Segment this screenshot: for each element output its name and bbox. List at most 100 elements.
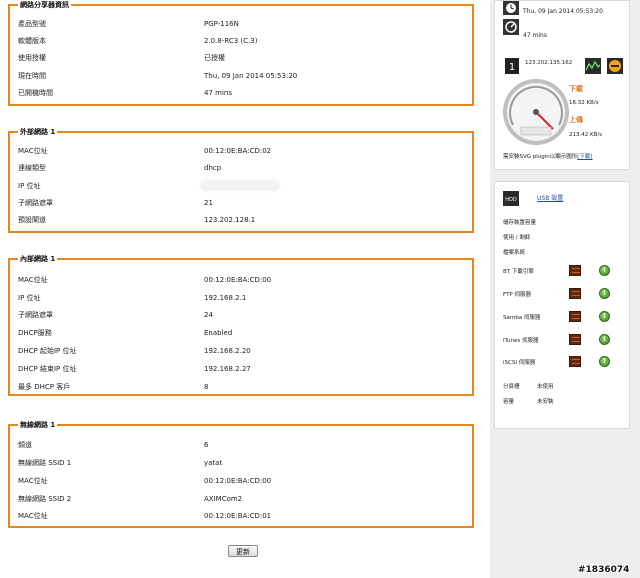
row-label: 產品型號 [18, 20, 46, 28]
svg-plugin-note: 需安裝SVG plugin以顯示圖形[下載] [503, 152, 593, 160]
row-value: AXIMCom2 [204, 495, 243, 503]
traffic-graph-icon[interactable] [585, 58, 601, 74]
info-row: MAC位址 00:12:0E:BA:CD:01 [18, 510, 458, 522]
disconnect-icon[interactable] [607, 58, 623, 74]
row-value: 47 mins [204, 89, 232, 97]
info-row: 無線網路 SSID 1 yatat [18, 457, 458, 469]
capacity-label: 容量 [503, 399, 515, 405]
partition-label: 分頁槽 [503, 384, 520, 390]
info-row: 產品型號 PGP-116N [18, 18, 458, 30]
row-label: 現在時間 [18, 72, 46, 80]
upload-rate: 213.42 KB/s [569, 132, 603, 138]
itunes-settings-button[interactable] [569, 334, 581, 345]
samba-power-icon[interactable]: ! [599, 311, 610, 322]
row-label: 最多 DHCP 客戶 [18, 383, 71, 391]
row-label: MAC位址 [18, 512, 48, 520]
row-label: 軟體版本 [18, 37, 46, 45]
upload-label: 上傳 [569, 116, 583, 124]
row-value: 123.202.128.1 [204, 216, 256, 224]
row-label: 已開機時間 [18, 89, 53, 97]
info-row: MAC位址 00:12:0E:BA:CD:00 [18, 274, 458, 286]
svg-note-text: 需安裝SVG plugin以顯示圖形 [503, 154, 578, 160]
download-label: 下載 [569, 85, 583, 93]
svg-text:1: 1 [509, 62, 515, 73]
row-label: MAC位址 [18, 276, 48, 284]
info-row: DHCP 起始IP 位址 192.168.2.20 [18, 345, 458, 357]
lan-section: 內部網路 1 MAC位址 00:12:0E:BA:CD:00 IP 位址 192.1… [8, 254, 474, 396]
iscsi-power-icon[interactable]: ! [599, 356, 610, 367]
row-label: 無線網路 SSID 1 [18, 459, 72, 467]
info-row: DHCP服務 Enabled [18, 327, 458, 339]
info-row: 已開機時間 47 mins [18, 87, 458, 99]
service-label-iscsi: iSCSI 伺服器 [503, 360, 536, 366]
row-label: 頻道 [18, 441, 32, 449]
status-panel: Thu, 09 Jan 2014 05:53:20 47 mins 1 123.… [494, 0, 630, 170]
bt-settings-button[interactable] [569, 265, 581, 276]
ftp-settings-button[interactable] [569, 288, 581, 299]
itunes-power-icon[interactable]: ! [599, 334, 610, 345]
info-row: IP 位址 192.168.2.1 [18, 292, 458, 304]
main-panel: 網路分享器資訊 產品型號 PGP-116N 軟體版本 2.0.8-RC3 (C.3)… [0, 0, 491, 578]
row-value: 8 [204, 383, 209, 391]
samba-settings-button[interactable] [569, 311, 581, 322]
info-row: 軟體版本 2.0.8-RC3 (C.3) [18, 35, 458, 47]
row-label: IP 位址 [18, 294, 41, 302]
wan-section: 外部網路 1 MAC位址 00:12:0E:BA:CD:02 連線類型 dhcp I… [8, 127, 474, 233]
row-value: 00:12:0E:BA:CD:00 [204, 276, 272, 284]
wan-port-icon: 1 [505, 58, 519, 74]
sidebar-ip: 123.202.135.162 [525, 60, 573, 66]
row-value: 24 [204, 311, 213, 319]
row-label: 連線類型 [18, 164, 46, 172]
row-value: 已授權 [204, 54, 225, 62]
section-title: 網路分享器資訊 [18, 0, 71, 10]
ftp-power-icon[interactable]: ! [599, 288, 610, 299]
wireless-section: 無線網路 1 頻道 6 無線網路 SSID 1 yatat MAC位址 00:12:0… [8, 420, 474, 528]
usb-info-item: 儲存裝置容量 [503, 220, 537, 226]
usb-settings-link[interactable]: USB 設置 [537, 193, 563, 202]
row-value: 192.168.2.27 [204, 365, 251, 373]
sidebar-uptime: 47 mins [523, 32, 547, 39]
row-value: Enabled [204, 329, 233, 337]
row-label: 使用授權 [18, 54, 46, 62]
info-row: 子網路遮罩 24 [18, 309, 458, 321]
info-row: 無線網路 SSID 2 AXIMCom2 [18, 493, 458, 505]
row-value: 00:12:0E:BA:CD:00 [204, 477, 272, 485]
hdd-icon: HDD [503, 191, 519, 206]
usb-panel: HDD USB 設置 儲存裝置容量 使用 / 剩餘 檔案系統 BT 下載引擎 !… [494, 181, 630, 429]
info-row: 頻道 6 [18, 439, 458, 451]
section-title: 內部網路 1 [18, 254, 58, 264]
info-row: 預設閘道 123.202.128.1 [18, 214, 458, 226]
refresh-button[interactable]: 更新 [228, 545, 258, 557]
row-label: 預設閘道 [18, 216, 46, 224]
row-value: 192.168.2.20 [204, 347, 251, 355]
row-value: Thu, 09 Jan 2014 05:53:20 [204, 72, 298, 80]
uptime-icon [503, 19, 519, 35]
row-label: DHCP 結束IP 位址 [18, 365, 77, 373]
svg-download-link[interactable]: [下載] [577, 154, 592, 160]
section-title: 無線網路 1 [18, 420, 58, 430]
iscsi-settings-button[interactable] [569, 356, 581, 367]
row-value: 192.168.2.1 [204, 294, 247, 302]
sidebar: Thu, 09 Jan 2014 05:53:20 47 mins 1 123.… [490, 0, 640, 578]
service-label-itunes: iTunes 伺服器 [503, 338, 539, 344]
row-value: 6 [204, 441, 209, 449]
row-value: yatat [204, 459, 223, 467]
capacity-value: 未安裝 [537, 399, 554, 405]
info-row: MAC位址 00:12:0E:BA:CD:02 [18, 145, 458, 157]
row-label: 子網路遮罩 [18, 199, 53, 207]
download-rate: 16.32 KB/s [569, 100, 599, 106]
row-label: DHCP服務 [18, 329, 52, 337]
bt-power-icon[interactable]: ! [599, 265, 610, 276]
info-row: 現在時間 Thu, 09 Jan 2014 05:53:20 [18, 70, 458, 82]
row-value: 2.0.8-RC3 (C.3) [204, 37, 258, 45]
usb-info-item: 檔案系統 [503, 250, 526, 256]
info-row: DHCP 結束IP 位址 192.168.2.27 [18, 363, 458, 375]
row-value: 00:12:0E:BA:CD:01 [204, 512, 272, 520]
service-label-ftp: FTP 伺服器 [503, 292, 531, 298]
info-row: 連線類型 dhcp [18, 162, 458, 174]
row-label: DHCP 起始IP 位址 [18, 347, 77, 355]
watermark-text: #1836074 [578, 565, 630, 575]
speed-gauge-icon [501, 77, 571, 147]
product-info-section: 網路分享器資訊 產品型號 PGP-116N 軟體版本 2.0.8-RC3 (C.3)… [8, 0, 474, 106]
partition-value: 未使用 [537, 384, 554, 390]
